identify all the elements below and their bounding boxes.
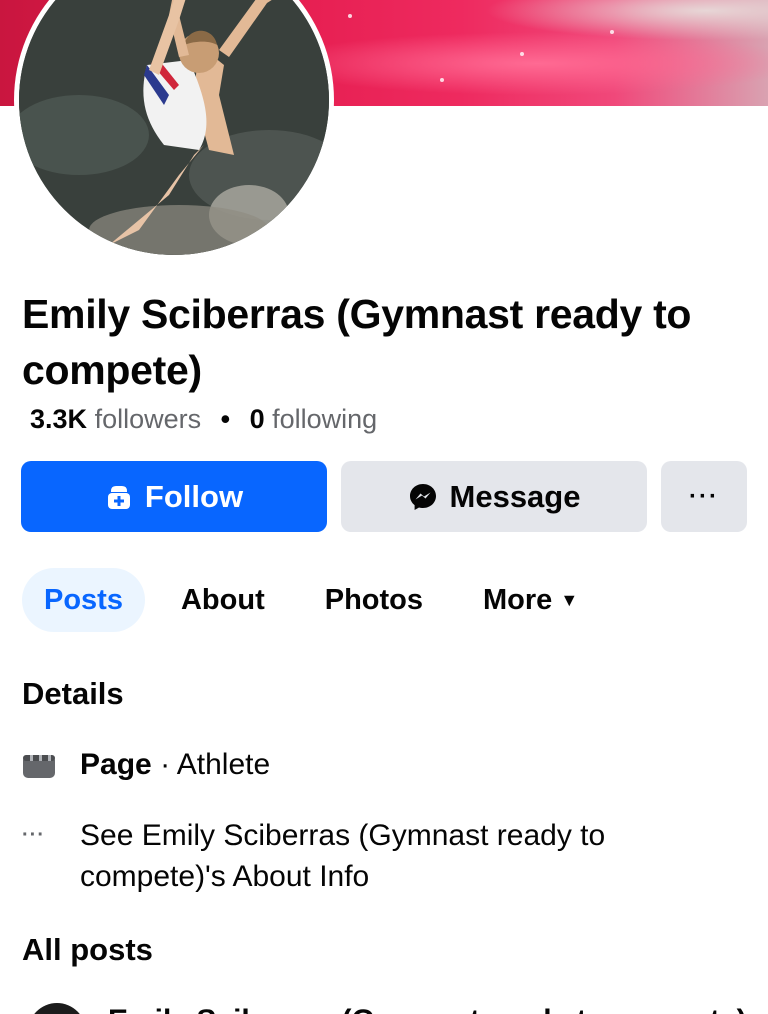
follow-label: Follow (144, 478, 244, 514)
tab-label: More (483, 583, 553, 616)
message-label: Message (449, 478, 581, 514)
detail-page-category: Page · Athlete (22, 744, 270, 785)
messenger-icon (408, 482, 438, 512)
profile-tabs: Posts About Photos More ▼ (22, 568, 600, 632)
details-heading: Details (22, 676, 124, 711)
tab-posts[interactable]: Posts (22, 568, 145, 632)
tab-photos[interactable]: Photos (303, 568, 445, 632)
tab-label: Posts (44, 583, 123, 616)
more-options-button[interactable]: ··· (661, 461, 747, 532)
tab-more[interactable]: More ▼ (461, 568, 600, 632)
page-type-label: Page (80, 748, 152, 781)
post-author-name[interactable]: Emily Sciberras (Gymnast ready to compet… (108, 1004, 747, 1014)
follow-button[interactable]: Follow (21, 461, 327, 532)
detail-page-text: Page · Athlete (80, 744, 270, 785)
page-separator: · (160, 748, 171, 781)
profile-page: Emily Sciberras (Gymnast ready to compet… (0, 0, 768, 1014)
more-dots-icon: ··· (22, 824, 45, 846)
following-count[interactable]: 0 (250, 404, 265, 434)
cover-sparkle (610, 30, 614, 34)
page-category: Athlete (176, 748, 271, 781)
followers-count[interactable]: 3.3K (30, 404, 87, 434)
about-info-link[interactable]: See Emily Sciberras (Gymnast ready to co… (80, 815, 700, 897)
more-options-icon: ··· (689, 482, 719, 510)
all-posts-heading: All posts (22, 932, 153, 967)
profile-photo (19, 0, 329, 255)
stats-separator: • (220, 404, 231, 434)
message-button[interactable]: Message (341, 461, 647, 532)
follow-stats: 3.3K followers • 0 following (30, 404, 377, 435)
page-title: Emily Sciberras (Gymnast ready to compet… (22, 291, 692, 393)
detail-about-link[interactable]: ··· See Emily Sciberras (Gymnast ready t… (22, 815, 722, 897)
tab-about[interactable]: About (159, 568, 287, 632)
follow-icon (105, 483, 133, 511)
caret-down-icon: ▼ (560, 589, 579, 610)
gymnast-illustration (19, 0, 329, 255)
tab-label: About (180, 583, 265, 616)
profile-avatar[interactable] (14, 0, 334, 260)
tab-label: Photos (324, 583, 424, 616)
post-author-avatar[interactable] (28, 1003, 86, 1014)
cover-sparkle (440, 78, 444, 82)
clapperboard-icon (22, 744, 58, 785)
following-label[interactable]: following (272, 404, 377, 434)
cover-sparkle (520, 52, 524, 56)
cover-sparkle (348, 14, 352, 18)
followers-label[interactable]: followers (95, 404, 202, 434)
